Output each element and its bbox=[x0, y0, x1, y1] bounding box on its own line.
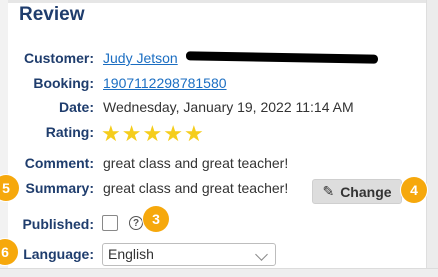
panel-bottom-border bbox=[0, 268, 438, 277]
panel-top-border bbox=[0, 0, 438, 3]
published-label: Published: bbox=[22, 216, 94, 232]
change-button[interactable]: ✎ Change bbox=[312, 179, 402, 204]
panel-title: Review bbox=[19, 4, 85, 25]
redacted-email bbox=[185, 51, 379, 64]
callout-badge-4: 4 bbox=[401, 177, 427, 203]
callout-badge-5: 5 bbox=[0, 175, 19, 201]
comment-label: Comment: bbox=[24, 155, 94, 171]
change-button-label: Change bbox=[340, 183, 392, 200]
published-checkbox[interactable] bbox=[102, 215, 118, 231]
date-label: Date: bbox=[58, 99, 94, 115]
scrollbar[interactable] bbox=[426, 0, 438, 277]
summary-value: great class and great teacher! bbox=[103, 180, 289, 196]
date-value: Wednesday, January 19, 2022 11:14 AM bbox=[103, 99, 354, 115]
rating-stars: ★★★★★ bbox=[101, 121, 205, 146]
star-icon: ★ bbox=[121, 121, 142, 146]
language-select[interactable]: English bbox=[102, 243, 276, 266]
star-icon: ★ bbox=[183, 121, 204, 146]
star-icon: ★ bbox=[101, 121, 121, 146]
star-icon: ★ bbox=[163, 121, 183, 146]
chevron-down-icon bbox=[255, 248, 268, 261]
booking-link[interactable]: 1907112298781580 bbox=[103, 75, 227, 91]
language-selected-value: English bbox=[108, 246, 154, 262]
rating-label: Rating: bbox=[45, 124, 94, 140]
customer-label: Customer: bbox=[23, 50, 94, 66]
customer-name-link[interactable]: Judy Jetson bbox=[103, 50, 178, 66]
pencil-icon: ✎ bbox=[322, 183, 335, 199]
star-icon: ★ bbox=[142, 121, 163, 146]
question-circle-icon[interactable]: ? bbox=[129, 216, 143, 230]
comment-value: great class and great teacher! bbox=[103, 155, 289, 171]
callout-badge-3: 3 bbox=[143, 206, 169, 232]
booking-label: Booking: bbox=[33, 75, 94, 91]
